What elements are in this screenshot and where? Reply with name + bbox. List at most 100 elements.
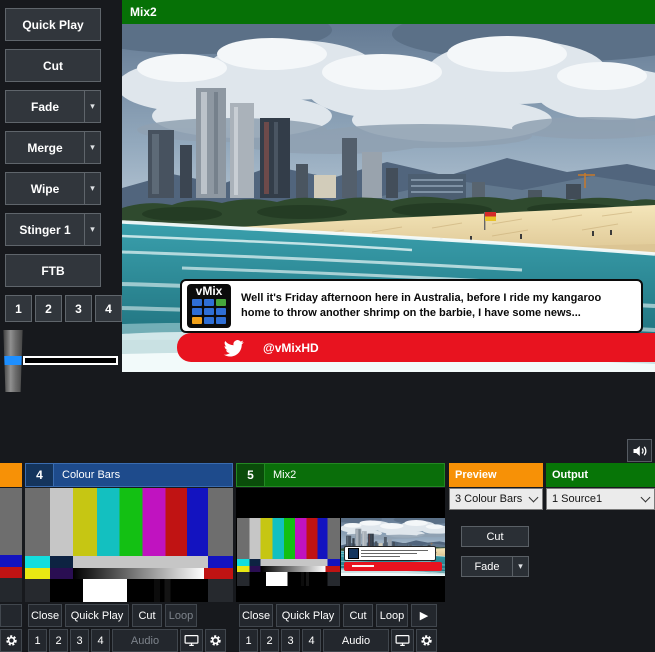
input-4-close-button[interactable]: Close: [28, 604, 62, 627]
quick-play-label: Quick Play: [6, 9, 100, 40]
twitter-ticker-bar: @vMixHD Tweet us! #vMixHD: [177, 333, 655, 362]
master-audio-button[interactable]: [627, 439, 652, 462]
input-4-number: 4: [26, 464, 54, 486]
output-source-value: 1 Source1: [552, 493, 602, 505]
vmix-logo: vMix: [187, 284, 231, 328]
preview-video-frame: vMix Well it's Friday afternoon here in …: [122, 24, 655, 372]
overlay-1-button[interactable]: 1: [5, 295, 32, 322]
input-4-footer-row2: 1 2 3 4 Audio: [28, 629, 226, 652]
chevron-down-icon[interactable]: ▾: [84, 214, 100, 245]
chevron-glyph: ▾: [90, 224, 95, 235]
merge-button[interactable]: Merge ▾: [5, 131, 101, 164]
chevron-down-icon[interactable]: ▾: [84, 173, 100, 204]
quick-play-button[interactable]: Quick Play: [5, 8, 101, 41]
input-3-thumbnail-fragment: [0, 567, 22, 578]
input-5-header[interactable]: 5 Mix2: [236, 463, 445, 487]
output-source-dropdown[interactable]: 1 Source1: [546, 488, 655, 510]
input-4-audio-button[interactable]: Audio: [112, 629, 178, 652]
fade-button[interactable]: Fade ▾: [5, 90, 101, 123]
input-5-audio-button[interactable]: Audio: [323, 629, 389, 652]
input-4-header[interactable]: 4 Colour Bars: [25, 463, 233, 487]
input-5-footer-row1: Close Quick Play Cut Loop ▶: [239, 604, 437, 627]
wipe-button[interactable]: Wipe ▾: [5, 172, 101, 205]
input-3-header-fragment[interactable]: [0, 463, 22, 487]
input-5-thumbnail[interactable]: [236, 488, 445, 602]
chevron-down-icon: [529, 493, 539, 503]
ftb-button[interactable]: FTB: [5, 254, 101, 287]
chevron-down-icon: [641, 493, 651, 503]
vmix-logo-grid: [187, 299, 231, 329]
input-5-loop-button[interactable]: Loop: [376, 604, 408, 627]
preview-source-dropdown[interactable]: 3 Colour Bars: [449, 488, 543, 510]
input-5-overlay-4-button[interactable]: 4: [302, 629, 321, 652]
overlay-3-button[interactable]: 3: [65, 295, 92, 322]
chevron-down-icon[interactable]: ▾: [84, 132, 100, 163]
tweet-overlay: vMix Well it's Friday afternoon here in …: [180, 279, 643, 333]
input-5-panel: 5 Mix2 Close Quick Play Cut Loop ▶ 1 2 3: [236, 463, 445, 652]
overlay-4-button[interactable]: 4: [95, 295, 122, 322]
cut-button[interactable]: Cut: [5, 49, 101, 82]
input-5-close-button[interactable]: Close: [239, 604, 273, 627]
input-4-quick-play-button[interactable]: Quick Play: [65, 604, 129, 627]
input-4-overlay-4-button[interactable]: 4: [91, 629, 110, 652]
input-4-overlay-2-button[interactable]: 2: [49, 629, 68, 652]
input-5-overlay-2-button[interactable]: 2: [260, 629, 279, 652]
stinger-label: Stinger 1: [6, 214, 84, 245]
chevron-glyph: ▾: [90, 101, 95, 112]
fade-label: Fade: [6, 91, 84, 122]
input-5-number: 5: [237, 464, 265, 486]
ftb-label: FTB: [6, 255, 100, 286]
input-5-cut-button[interactable]: Cut: [343, 604, 373, 627]
wipe-label: Wipe: [6, 173, 84, 204]
input-4-overlay-3-button[interactable]: 3: [70, 629, 89, 652]
mix-cut-button[interactable]: Cut: [461, 526, 529, 547]
input-4-settings-button[interactable]: [205, 629, 226, 652]
input-4-name: Colour Bars: [54, 464, 120, 486]
chevron-glyph: ▾: [518, 561, 523, 572]
vmix-logo-mini: [348, 548, 359, 559]
input-4-loop-button[interactable]: Loop: [165, 604, 197, 627]
input-3-partial: [0, 463, 22, 652]
input-5-settings-button[interactable]: [416, 629, 437, 652]
gear-icon: [209, 634, 222, 647]
tbar-handle[interactable]: [3, 330, 23, 392]
merge-label: Merge: [6, 132, 84, 163]
vmix-logo-text: vMix: [187, 284, 231, 299]
input-3-settings-button[interactable]: [0, 629, 22, 652]
gear-icon: [5, 634, 18, 647]
twitter-bird-icon: [222, 338, 246, 358]
mix2-colour-bars-mini: [237, 518, 340, 586]
input-4-footer-row1: Close Quick Play Cut Loop: [28, 604, 197, 627]
chevron-down-icon[interactable]: ▾: [84, 91, 100, 122]
tbar-track[interactable]: [23, 356, 118, 365]
chevron-glyph: ▾: [90, 183, 95, 194]
input-5-fullscreen-button[interactable]: [391, 629, 414, 652]
input-5-overlay-1-button[interactable]: 1: [239, 629, 258, 652]
input-3-thumbnail-fragment: [0, 578, 22, 602]
mix-cut-label: Cut: [462, 527, 528, 546]
input-5-play-button[interactable]: ▶: [411, 604, 437, 627]
mix2-beach-mini: [341, 518, 445, 576]
input-5-overlay-3-button[interactable]: 3: [281, 629, 300, 652]
input-3-footer-fragment[interactable]: [0, 604, 22, 627]
mix2-preview-window: Mix2 vMix Well it's Friday afternoon her…: [122, 0, 655, 372]
mix-fade-label: Fade: [462, 557, 512, 576]
stinger-button[interactable]: Stinger 1 ▾: [5, 213, 101, 246]
input-5-quick-play-button[interactable]: Quick Play: [276, 604, 340, 627]
input-4-thumbnail[interactable]: [25, 488, 233, 602]
twitter-bar-mini: [344, 562, 442, 571]
chevron-down-icon[interactable]: ▾: [512, 557, 528, 576]
overlay-2-button[interactable]: 2: [35, 295, 62, 322]
input-4-fullscreen-button[interactable]: [180, 629, 203, 652]
input-4-cut-button[interactable]: Cut: [132, 604, 162, 627]
preview-title-bar: Mix2: [122, 0, 655, 24]
input-4-panel: 4 Colour Bars Close Quick Play Cut Loop …: [25, 463, 233, 652]
input-4-overlay-1-button[interactable]: 1: [28, 629, 47, 652]
preview-source-value: 3 Colour Bars: [455, 493, 522, 505]
speaker-icon: [632, 444, 648, 458]
monitor-icon: [184, 634, 199, 647]
colour-bars-pattern: [25, 488, 233, 602]
mix-fade-button[interactable]: Fade ▾: [461, 556, 529, 577]
play-icon: ▶: [420, 609, 428, 622]
input-5-footer-row2: 1 2 3 4 Audio: [239, 629, 437, 652]
